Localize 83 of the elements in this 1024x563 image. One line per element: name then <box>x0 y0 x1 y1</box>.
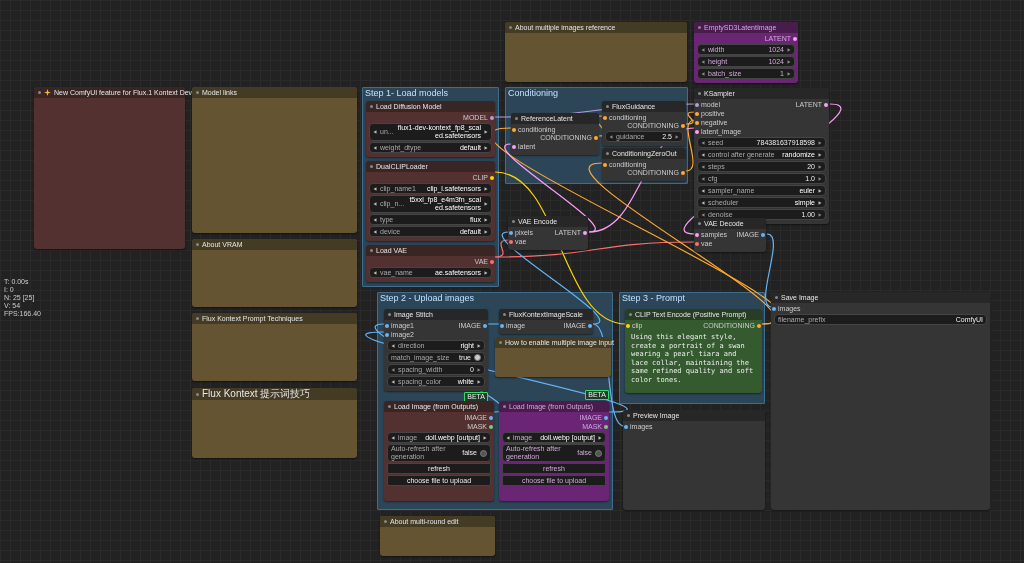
left-arrow-icon[interactable] <box>701 188 705 193</box>
left-arrow-icon[interactable] <box>373 145 377 150</box>
node-title: Flux Kontext 提示词技巧 <box>202 388 311 400</box>
left-arrow-icon[interactable] <box>701 59 705 64</box>
right-arrow-icon[interactable] <box>484 229 488 234</box>
collapse-dot-icon[interactable] <box>38 91 41 94</box>
collapse-dot-icon[interactable] <box>698 222 701 225</box>
right-arrow-icon[interactable] <box>787 71 791 76</box>
left-arrow-icon[interactable] <box>701 212 705 217</box>
group-frame[interactable] <box>619 292 765 404</box>
right-arrow-icon[interactable] <box>818 140 822 145</box>
collapse-dot-icon[interactable] <box>698 26 701 29</box>
collapse-dot-icon[interactable] <box>499 341 502 344</box>
collapse-dot-icon[interactable] <box>698 92 701 95</box>
right-arrow-icon[interactable] <box>484 130 488 134</box>
left-arrow-icon[interactable] <box>701 140 705 145</box>
right-arrow-icon[interactable] <box>484 145 488 150</box>
right-arrow-icon[interactable] <box>818 164 822 169</box>
collapse-dot-icon[interactable] <box>775 296 778 299</box>
right-arrow-icon[interactable] <box>484 202 488 206</box>
left-arrow-icon[interactable] <box>373 202 377 206</box>
collapse-dot-icon[interactable] <box>515 117 518 120</box>
collapse-dot-icon[interactable] <box>629 313 632 316</box>
collapse-dot-icon[interactable] <box>384 520 387 523</box>
collapse-dot-icon[interactable] <box>370 105 373 108</box>
group-title: Conditioning <box>508 88 559 99</box>
right-arrow-icon[interactable] <box>818 212 822 217</box>
collapse-dot-icon[interactable] <box>196 91 199 94</box>
collapse-dot-icon[interactable] <box>512 220 515 223</box>
group-title: Step 2 - Upload images <box>380 293 475 304</box>
node-card[interactable] <box>625 309 762 393</box>
right-arrow-icon[interactable] <box>477 367 481 372</box>
right-arrow-icon[interactable] <box>598 435 602 440</box>
left-arrow-icon[interactable] <box>373 217 377 222</box>
left-arrow-icon[interactable] <box>391 367 395 372</box>
collapse-dot-icon[interactable] <box>196 392 199 396</box>
group-frame[interactable] <box>377 292 613 510</box>
left-arrow-icon[interactable] <box>391 343 395 348</box>
left-arrow-icon[interactable] <box>391 435 395 440</box>
left-arrow-icon[interactable] <box>373 270 377 275</box>
right-arrow-icon[interactable] <box>484 186 488 191</box>
left-arrow-icon[interactable] <box>701 164 705 169</box>
right-arrow-icon[interactable] <box>483 435 487 440</box>
right-arrow-icon[interactable] <box>477 379 481 384</box>
left-arrow-icon[interactable] <box>609 134 613 139</box>
left-arrow-icon[interactable] <box>701 71 705 76</box>
group-frame[interactable] <box>362 87 499 287</box>
title-bar[interactable]: Flux Kontext 提示词技巧 <box>192 388 357 400</box>
collapse-dot-icon[interactable] <box>388 313 391 316</box>
right-arrow-icon[interactable] <box>787 59 791 64</box>
left-arrow-icon[interactable] <box>373 186 377 191</box>
collapse-dot-icon[interactable] <box>606 152 609 155</box>
group-title: Step 3 - Prompt <box>622 293 686 304</box>
right-arrow-icon[interactable] <box>818 152 822 157</box>
left-arrow-icon[interactable] <box>506 435 510 440</box>
left-arrow-icon[interactable] <box>373 229 377 234</box>
collapse-dot-icon[interactable] <box>388 405 391 408</box>
left-arrow-icon[interactable] <box>373 130 377 134</box>
collapse-dot-icon[interactable] <box>606 105 609 108</box>
group-title: Step 1- Load models <box>365 88 449 99</box>
collapse-dot-icon[interactable] <box>509 26 512 29</box>
right-arrow-icon[interactable] <box>818 188 822 193</box>
collapse-dot-icon[interactable] <box>503 405 506 408</box>
collapse-dot-icon[interactable] <box>196 243 199 246</box>
collapse-dot-icon[interactable] <box>627 414 630 417</box>
left-arrow-icon[interactable] <box>701 176 705 181</box>
right-arrow-icon[interactable] <box>484 217 488 222</box>
left-arrow-icon[interactable] <box>701 152 705 157</box>
left-arrow-icon[interactable] <box>391 379 395 384</box>
right-arrow-icon[interactable] <box>675 134 679 139</box>
collapse-dot-icon[interactable] <box>196 317 199 320</box>
right-arrow-icon[interactable] <box>787 47 791 52</box>
left-arrow-icon[interactable] <box>701 200 705 205</box>
note-card[interactable]: Flux Kontext 提示词技巧 <box>192 388 357 458</box>
left-arrow-icon[interactable] <box>701 47 705 52</box>
right-arrow-icon[interactable] <box>818 200 822 205</box>
collapse-dot-icon[interactable] <box>370 249 373 252</box>
sparkle-icon <box>44 89 51 96</box>
right-arrow-icon[interactable] <box>818 176 822 181</box>
right-arrow-icon[interactable] <box>484 270 488 275</box>
right-arrow-icon[interactable] <box>477 343 481 348</box>
collapse-dot-icon[interactable] <box>370 165 373 168</box>
collapse-dot-icon[interactable] <box>503 313 506 316</box>
